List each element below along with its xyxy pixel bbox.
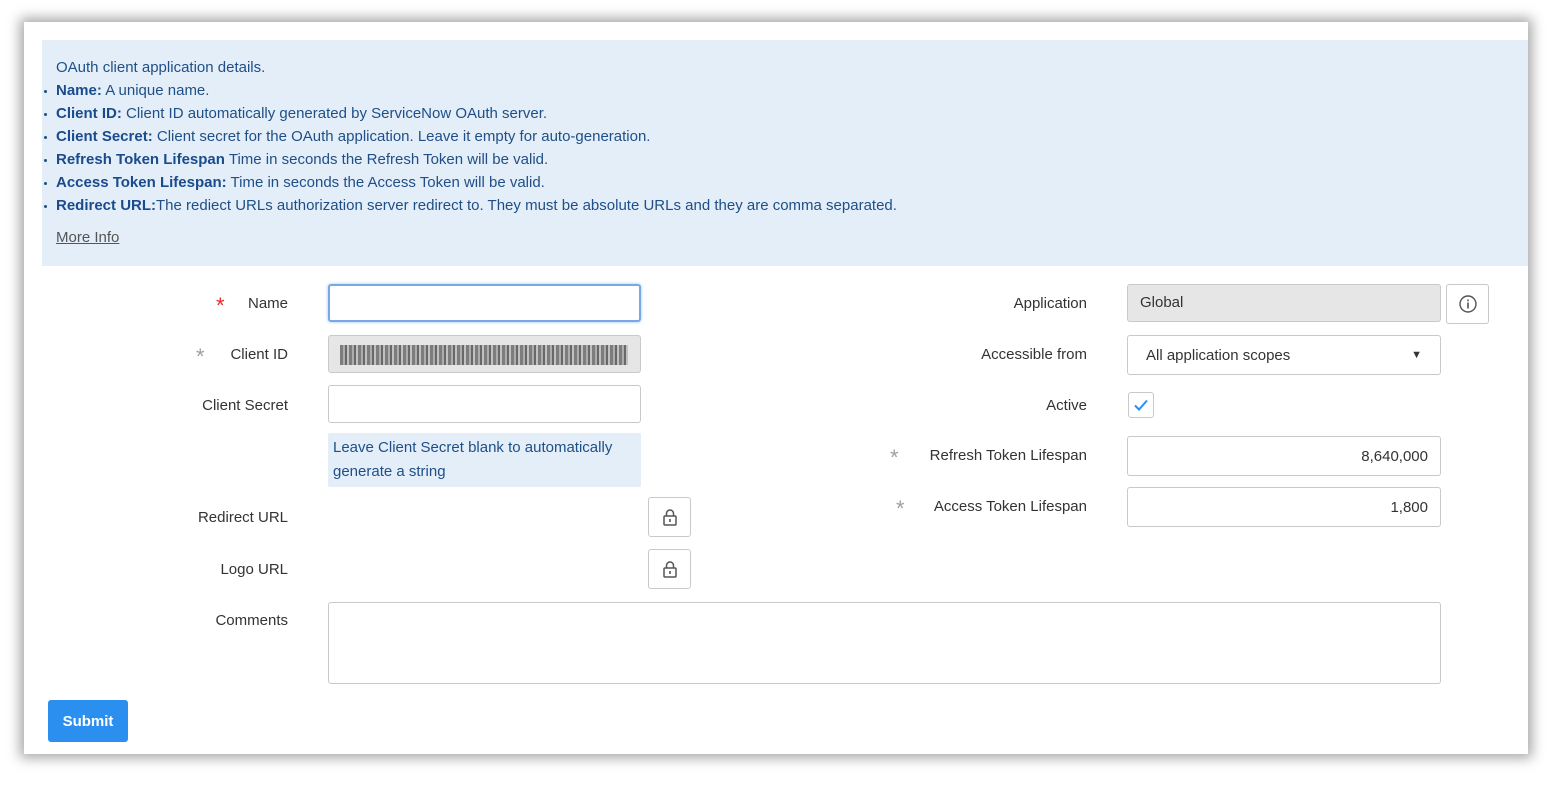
logo-url-label: Logo URL bbox=[220, 561, 288, 578]
info-item-client-id: Client ID: Client ID automatically gener… bbox=[44, 102, 1528, 125]
info-term: Refresh Token Lifespan bbox=[56, 151, 225, 168]
info-intro: OAuth client application details. bbox=[56, 59, 266, 76]
info-item-refresh-token: Refresh Token Lifespan Time in seconds t… bbox=[44, 148, 1528, 171]
client-secret-label: Client Secret bbox=[202, 397, 288, 414]
info-term: Access Token Lifespan: bbox=[56, 174, 227, 191]
comments-textarea[interactable] bbox=[328, 602, 1441, 684]
info-item-client-secret: Client Secret: Client secret for the OAu… bbox=[44, 125, 1528, 148]
info-icon bbox=[1458, 295, 1477, 313]
redirect-url-lock-button[interactable] bbox=[648, 497, 691, 537]
info-desc: Client secret for the OAuth application.… bbox=[152, 128, 651, 145]
info-desc: Time in seconds the Refresh Token will b… bbox=[224, 151, 549, 168]
info-panel: OAuth client application details. Name: … bbox=[42, 40, 1528, 266]
application-info-button[interactable] bbox=[1446, 284, 1489, 324]
client-id-input[interactable] bbox=[328, 335, 641, 373]
check-icon bbox=[1134, 399, 1148, 411]
info-desc: A unique name. bbox=[101, 82, 210, 99]
client-secret-input[interactable] bbox=[328, 385, 641, 423]
info-item-access-token: Access Token Lifespan: Time in seconds t… bbox=[44, 171, 1528, 194]
name-input[interactable] bbox=[328, 284, 641, 322]
access-token-lifespan-input[interactable] bbox=[1127, 487, 1441, 527]
client-id-redacted-value bbox=[340, 345, 628, 365]
info-item-redirect-url: Redirect URL:The rediect URLs authorizat… bbox=[44, 194, 1528, 217]
info-desc: The rediect URLs authorization server re… bbox=[156, 197, 897, 214]
comments-label: Comments bbox=[215, 612, 288, 629]
info-desc: Time in seconds the Access Token will be… bbox=[226, 174, 545, 191]
client-id-label: Client ID bbox=[230, 346, 288, 363]
info-term: Redirect URL: bbox=[56, 197, 157, 214]
info-term: Name: bbox=[56, 82, 102, 99]
submit-button[interactable]: Submit bbox=[48, 700, 128, 742]
accessible-from-select[interactable]: All application scopes ▼ bbox=[1127, 335, 1441, 375]
info-desc: Client ID automatically generated by Ser… bbox=[121, 105, 548, 122]
client-secret-hint: Leave Client Secret blank to automatical… bbox=[328, 433, 641, 487]
refresh-token-lifespan-input[interactable] bbox=[1127, 436, 1441, 476]
info-term: Client Secret: bbox=[56, 128, 153, 145]
lock-icon bbox=[662, 509, 677, 526]
accessible-from-value: All application scopes bbox=[1146, 346, 1291, 364]
accessible-from-label: Accessible from bbox=[981, 346, 1087, 363]
required-filled-icon: * bbox=[890, 445, 899, 470]
info-term: Client ID: bbox=[56, 105, 122, 122]
access-token-lifespan-label: Access Token Lifespan bbox=[933, 498, 1087, 515]
active-checkbox[interactable] bbox=[1128, 392, 1154, 418]
application-label: Application bbox=[1013, 295, 1087, 312]
active-label: Active bbox=[1046, 397, 1087, 414]
more-info-link[interactable]: More Info bbox=[56, 229, 119, 246]
lock-icon bbox=[662, 561, 677, 578]
application-field: Global bbox=[1127, 284, 1441, 322]
form-window: OAuth client application details. Name: … bbox=[24, 22, 1528, 754]
refresh-token-lifespan-label: Refresh Token Lifespan bbox=[929, 447, 1087, 464]
logo-url-lock-button[interactable] bbox=[648, 549, 691, 589]
redirect-url-label: Redirect URL bbox=[197, 509, 288, 526]
name-label: Name bbox=[247, 295, 288, 312]
info-item-name: Name: A unique name. bbox=[44, 79, 1528, 102]
caret-down-icon: ▼ bbox=[1411, 349, 1422, 361]
